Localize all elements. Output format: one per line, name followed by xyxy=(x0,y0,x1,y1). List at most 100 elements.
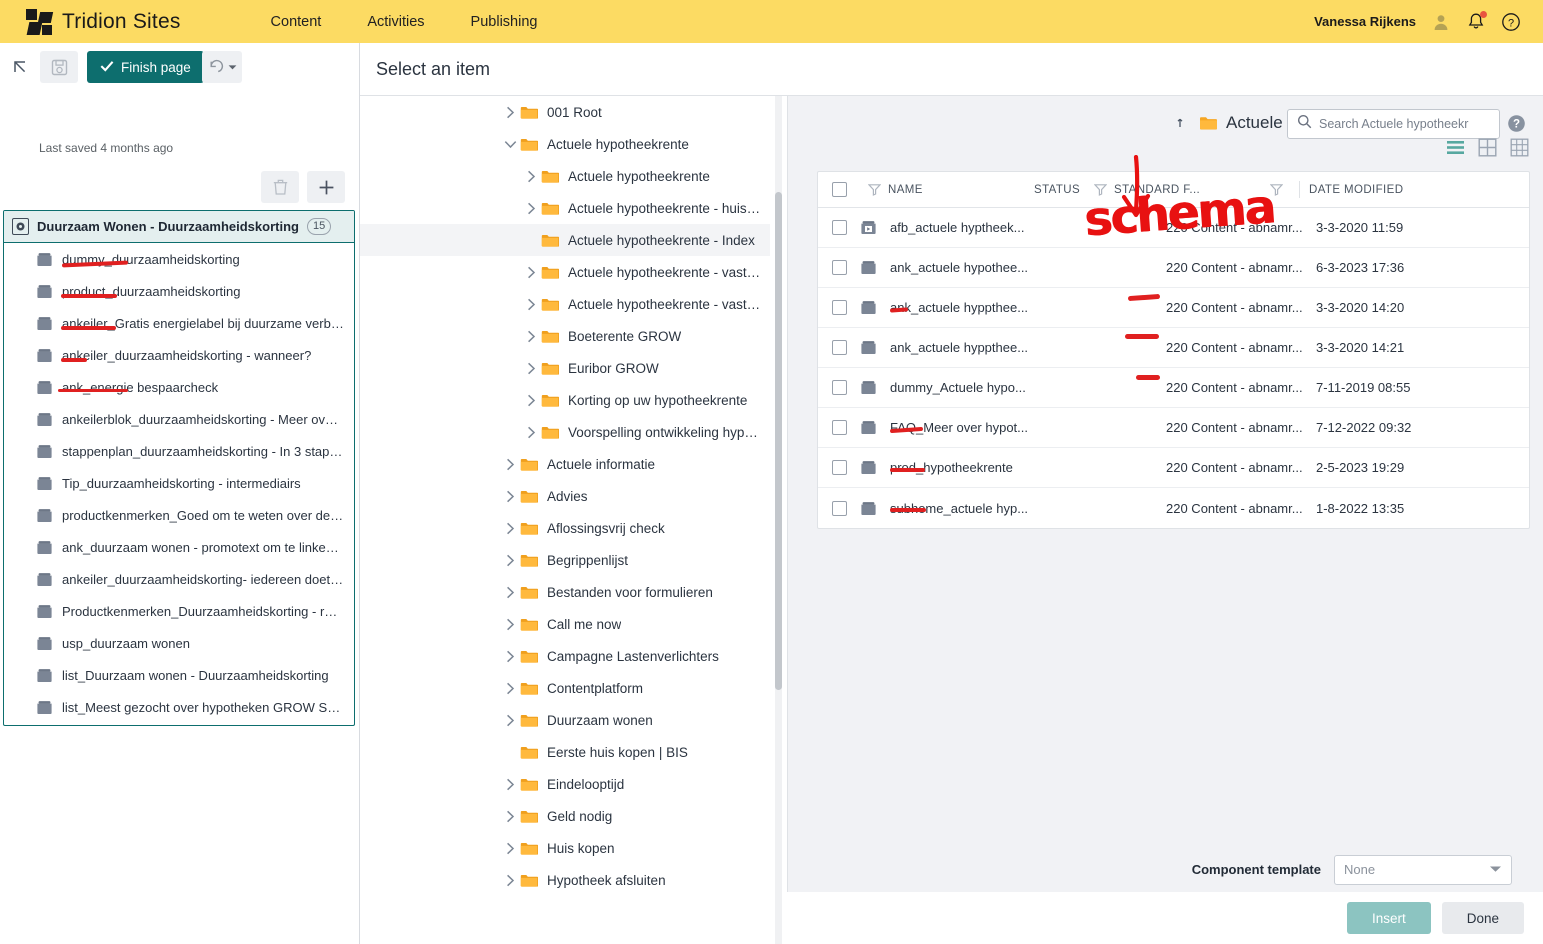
chevron-right-icon[interactable] xyxy=(500,458,520,471)
tree-item[interactable]: Call me now xyxy=(360,608,770,640)
save-disk-icon[interactable] xyxy=(40,51,78,83)
list-item[interactable]: productkenmerken_Goed om te weten over d… xyxy=(4,499,354,531)
column-header-date-modified[interactable]: DATE MODIFIED xyxy=(1309,184,1529,196)
component-list-header[interactable]: Duurzaam Wonen - Duurzaamheidskorting 15 xyxy=(4,211,354,243)
done-button[interactable]: Done xyxy=(1441,902,1524,934)
chevron-down-icon[interactable] xyxy=(500,140,520,149)
trash-icon[interactable] xyxy=(261,171,299,203)
tree-item[interactable]: Eerste huis kopen | BIS xyxy=(360,736,770,768)
table-row[interactable]: ank_actuele hypothee... 220 Content - abn… xyxy=(818,248,1529,288)
table-row[interactable]: prod_hypotheekrente 220 Content - abnamr.… xyxy=(818,448,1529,488)
table-row[interactable]: ank_actuele hyppthee... 220 Content - abn… xyxy=(818,288,1529,328)
tree-item[interactable]: Euribor GROW xyxy=(360,352,770,384)
chevron-right-icon[interactable] xyxy=(500,650,520,663)
column-header-status[interactable]: STATUS xyxy=(1034,184,1086,196)
tree-item[interactable]: Aflossingsvrij check xyxy=(360,512,770,544)
chevron-right-icon[interactable] xyxy=(500,682,520,695)
list-item[interactable]: list_Meest gezocht over hypotheken GROW … xyxy=(4,691,354,723)
list-item[interactable]: ank_energie bespaarcheck xyxy=(4,371,354,403)
table-row[interactable]: subhome_actuele hyp... 220 Content - abna… xyxy=(818,488,1529,528)
tree-item[interactable]: 001 Root xyxy=(360,96,770,128)
column-header-schema[interactable]: STANDARD F... xyxy=(1114,184,1262,196)
nav-content[interactable]: Content xyxy=(271,14,322,30)
row-checkbox[interactable] xyxy=(831,500,847,516)
list-item[interactable]: ankeiler_duurzaamheidskorting- iedereen … xyxy=(4,563,354,595)
chevron-right-icon[interactable] xyxy=(500,586,520,599)
search-box[interactable] xyxy=(1287,109,1500,139)
table-row[interactable]: FAQ_Meer over hypot... 220 Content - abna… xyxy=(818,408,1529,448)
select-all-checkbox[interactable] xyxy=(831,182,847,197)
chevron-right-icon[interactable] xyxy=(500,714,520,727)
row-checkbox[interactable] xyxy=(831,340,847,355)
grid-view-icon[interactable] xyxy=(1478,138,1497,162)
chevron-right-icon[interactable] xyxy=(500,522,520,535)
chevron-right-icon[interactable] xyxy=(521,362,541,375)
list-item[interactable]: ank_duurzaam wonen - promotext om te lin… xyxy=(4,531,354,563)
list-item[interactable]: Productkenmerken_Duurzaamheidskorting - … xyxy=(4,595,354,627)
tree-item[interactable]: Actuele hypotheekrente - vaste ren... xyxy=(360,288,770,320)
chevron-right-icon[interactable] xyxy=(500,778,520,791)
list-item[interactable]: stappenplan_duurzaamheidskorting - In 3 … xyxy=(4,435,354,467)
search-input[interactable] xyxy=(1319,117,1490,131)
plus-icon[interactable] xyxy=(307,171,345,203)
pointer-arrow-icon[interactable] xyxy=(10,57,32,79)
table-row[interactable]: afb_actuele hyptheek... 220 Content - abn… xyxy=(818,208,1529,248)
list-item[interactable]: ankeilerblok_duurzaamheidskorting - Meer… xyxy=(4,403,354,435)
tree-item[interactable]: Campagne Lastenverlichters xyxy=(360,640,770,672)
chevron-right-icon[interactable] xyxy=(521,330,541,343)
chevron-right-icon[interactable] xyxy=(500,874,520,887)
list-item[interactable]: ankeiler_duurzaamheidskorting - wanneer? xyxy=(4,339,354,371)
tree-item[interactable]: Bestanden voor formulieren xyxy=(360,576,770,608)
tree-item[interactable]: Actuele hypotheekrente xyxy=(360,128,770,160)
table-view-icon[interactable] xyxy=(1510,138,1529,162)
list-item[interactable]: dummy_duurzaamheidskorting xyxy=(4,243,354,275)
list-view-icon[interactable] xyxy=(1446,139,1465,161)
name-filter-icon[interactable] xyxy=(860,183,888,196)
row-checkbox[interactable] xyxy=(831,380,847,395)
tree-item[interactable]: Actuele hypotheekrente - Index xyxy=(360,224,770,256)
row-checkbox[interactable] xyxy=(831,300,847,315)
finish-page-button[interactable]: Finish page xyxy=(87,51,204,83)
tree-item[interactable]: Actuele hypotheekrente - vaste of ... xyxy=(360,256,770,288)
tree-item[interactable]: Korting op uw hypotheekrente xyxy=(360,384,770,416)
folder-tree-panel[interactable]: 001 Root Actuele hypotheekrente Actuele hy… xyxy=(360,95,787,944)
component-template-select[interactable]: None xyxy=(1334,854,1512,885)
tree-item[interactable]: Voorspelling ontwikkeling hypothe... xyxy=(360,416,770,448)
tree-item[interactable]: Hypotheek afsluiten xyxy=(360,864,770,896)
tree-item[interactable]: Actuele informatie xyxy=(360,448,770,480)
chevron-right-icon[interactable] xyxy=(500,554,520,567)
column-header-name[interactable]: NAME xyxy=(888,184,1034,196)
chevron-right-icon[interactable] xyxy=(500,810,520,823)
tree-item[interactable]: Boeterente GROW xyxy=(360,320,770,352)
tree-scrollbar-thumb[interactable] xyxy=(775,192,782,690)
tree-item[interactable]: Geld nodig xyxy=(360,800,770,832)
row-checkbox[interactable] xyxy=(831,260,847,275)
help-icon[interactable]: ? xyxy=(1501,12,1521,32)
chevron-right-icon[interactable] xyxy=(521,298,541,311)
list-item[interactable]: usp_duurzaam wonen xyxy=(4,627,354,659)
schema-filter-icon[interactable] xyxy=(1262,183,1290,196)
tree-item[interactable]: Actuele hypotheekrente xyxy=(360,160,770,192)
chevron-right-icon[interactable] xyxy=(521,426,541,439)
chevron-right-icon[interactable] xyxy=(521,266,541,279)
list-item[interactable]: Tip_duurzaamheidskorting - intermediairs xyxy=(4,467,354,499)
row-checkbox[interactable] xyxy=(831,420,847,435)
bell-icon[interactable] xyxy=(1466,10,1487,32)
list-item[interactable]: list_Duurzaam wonen - Duurzaamheidskorti… xyxy=(4,659,354,691)
tree-item[interactable]: Actuele hypotheekrente - huisbank... xyxy=(360,192,770,224)
row-checkbox[interactable] xyxy=(831,220,847,235)
chevron-right-icon[interactable] xyxy=(500,106,520,119)
status-filter-icon[interactable] xyxy=(1086,183,1114,196)
tree-item[interactable]: Huis kopen xyxy=(360,832,770,864)
help-circle-icon[interactable]: ? xyxy=(1507,114,1526,138)
row-checkbox[interactable] xyxy=(831,460,847,475)
table-row[interactable]: ank_actuele hyppthee... 220 Content - abn… xyxy=(818,328,1529,368)
tree-item[interactable]: Advies xyxy=(360,480,770,512)
chevron-right-icon[interactable] xyxy=(500,842,520,855)
tree-item[interactable]: Duurzaam wonen xyxy=(360,704,770,736)
chevron-right-icon[interactable] xyxy=(521,394,541,407)
tree-item[interactable]: Contentplatform xyxy=(360,672,770,704)
up-level-icon[interactable] xyxy=(1177,115,1191,131)
nav-activities[interactable]: Activities xyxy=(367,14,424,30)
tree-item[interactable]: Begrippenlijst xyxy=(360,544,770,576)
